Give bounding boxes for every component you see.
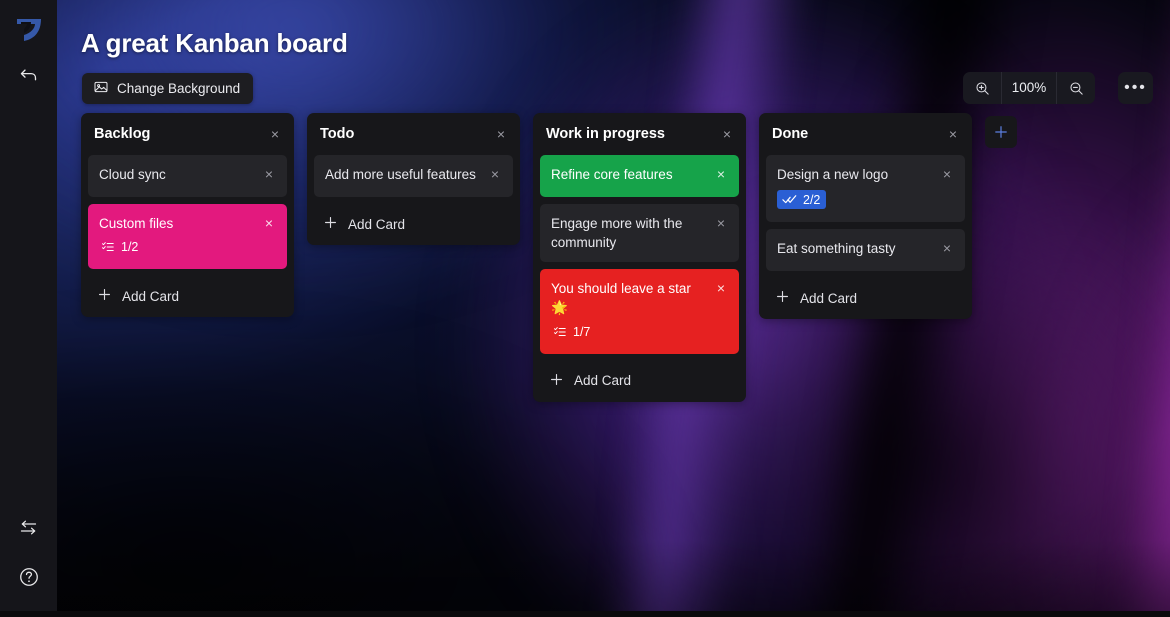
delete-card-icon[interactable]: × bbox=[487, 166, 503, 182]
help-circle-icon[interactable] bbox=[12, 560, 45, 593]
add-card-button[interactable]: Add Card bbox=[540, 360, 739, 402]
close-column-icon[interactable]: × bbox=[493, 126, 509, 142]
kanban-card[interactable]: You should leave a star 🌟 1/7 × bbox=[540, 269, 739, 354]
column-title: Backlog bbox=[94, 126, 151, 142]
kanban-card[interactable]: Eat something tasty × bbox=[766, 229, 965, 272]
plus-icon bbox=[322, 214, 339, 234]
close-column-icon[interactable]: × bbox=[945, 126, 961, 142]
column-title: Done bbox=[772, 126, 809, 142]
card-body: Cloud sync bbox=[99, 165, 255, 184]
card-body: Design a new logo 2/2 bbox=[777, 165, 933, 212]
card-title: You should leave a star 🌟 bbox=[551, 281, 691, 316]
column-header: Todo × bbox=[314, 120, 513, 148]
column-header: Backlog × bbox=[88, 120, 287, 148]
zoom-in-icon[interactable] bbox=[963, 72, 1001, 104]
card-body: Engage more with the community bbox=[551, 214, 707, 252]
zoom-out-icon[interactable] bbox=[1057, 72, 1095, 104]
kanban-card[interactable]: Add more useful features × bbox=[314, 155, 513, 197]
delete-card-icon[interactable]: × bbox=[939, 166, 955, 182]
card-title: Eat something tasty bbox=[777, 241, 896, 257]
change-background-label: Change Background bbox=[117, 81, 241, 96]
kanban-column: Done × Design a new logo 2/2 × Eat something … bbox=[759, 113, 972, 320]
delete-card-icon[interactable]: × bbox=[939, 240, 955, 256]
column-header: Work in progress × bbox=[540, 120, 739, 148]
swap-arrows-icon[interactable] bbox=[12, 511, 45, 544]
delete-card-icon[interactable]: × bbox=[713, 166, 729, 182]
back-arrow-icon[interactable] bbox=[12, 58, 45, 91]
kanban-column: Backlog × Cloud sync × Custom files 1/2 × Add C… bbox=[81, 113, 294, 318]
kanban-card[interactable]: Cloud sync × bbox=[88, 155, 287, 197]
kanban-board: Backlog × Cloud sync × Custom files 1/2 × Add C… bbox=[81, 113, 1017, 402]
checklist-count: 2/2 bbox=[803, 192, 821, 207]
close-column-icon[interactable]: × bbox=[719, 126, 735, 142]
kanban-card[interactable]: Design a new logo 2/2 × bbox=[766, 155, 965, 223]
window-bottom-edge bbox=[0, 611, 1170, 617]
add-card-button[interactable]: Add Card bbox=[766, 277, 965, 319]
card-checklist-badge: 1/2 bbox=[99, 239, 142, 255]
column-title: Todo bbox=[320, 126, 355, 142]
more-options-icon: ••• bbox=[1124, 79, 1147, 96]
plus-icon bbox=[548, 371, 565, 391]
add-card-label: Add Card bbox=[800, 290, 858, 306]
app-logo-icon[interactable] bbox=[11, 13, 47, 45]
kanban-column: Work in progress × Refine core features × En… bbox=[533, 113, 746, 402]
card-body: Add more useful features bbox=[325, 165, 481, 184]
checklist-icon bbox=[553, 325, 567, 339]
checklist-count: 1/2 bbox=[121, 240, 139, 255]
card-title: Engage more with the community bbox=[551, 216, 683, 251]
double-check-icon bbox=[782, 192, 797, 207]
app-window: A great Kanban board Change Background 1… bbox=[0, 0, 1170, 617]
card-body: Custom files 1/2 bbox=[99, 214, 255, 259]
kanban-card[interactable]: Engage more with the community × bbox=[540, 204, 739, 263]
add-column-button[interactable] bbox=[985, 116, 1017, 148]
delete-card-icon[interactable]: × bbox=[261, 166, 277, 182]
card-title: Custom files bbox=[99, 216, 174, 231]
card-body: Refine core features bbox=[551, 165, 707, 184]
add-card-label: Add Card bbox=[348, 216, 406, 232]
image-icon bbox=[93, 79, 109, 98]
kanban-card[interactable]: Refine core features × bbox=[540, 155, 739, 197]
column-header: Done × bbox=[766, 120, 965, 148]
kanban-card[interactable]: Custom files 1/2 × bbox=[88, 204, 287, 270]
zoom-level[interactable]: 100% bbox=[1001, 72, 1057, 104]
card-body: You should leave a star 🌟 1/7 bbox=[551, 279, 707, 343]
add-card-button[interactable]: Add Card bbox=[88, 275, 287, 317]
delete-card-icon[interactable]: × bbox=[713, 215, 729, 231]
zoom-controls: 100% bbox=[963, 72, 1095, 104]
left-sidebar bbox=[0, 0, 57, 617]
card-title: Refine core features bbox=[551, 167, 673, 182]
card-body: Eat something tasty bbox=[777, 239, 933, 258]
column-title: Work in progress bbox=[546, 126, 665, 142]
add-card-button[interactable]: Add Card bbox=[314, 203, 513, 245]
plus-icon bbox=[96, 286, 113, 306]
kanban-column: Todo × Add more useful features × Add Card bbox=[307, 113, 520, 245]
card-title: Design a new logo bbox=[777, 167, 889, 182]
delete-card-icon[interactable]: × bbox=[261, 215, 277, 231]
card-checklist-badge: 2/2 bbox=[777, 190, 827, 210]
add-card-label: Add Card bbox=[122, 288, 180, 304]
add-card-label: Add Card bbox=[574, 373, 632, 389]
close-column-icon[interactable]: × bbox=[267, 126, 283, 142]
change-background-button[interactable]: Change Background bbox=[82, 73, 254, 104]
card-checklist-badge: 1/7 bbox=[551, 324, 594, 340]
card-title: Cloud sync bbox=[99, 167, 166, 182]
card-title: Add more useful features bbox=[325, 167, 476, 182]
checklist-icon bbox=[101, 240, 115, 254]
more-options-button[interactable]: ••• bbox=[1118, 72, 1153, 104]
plus-icon bbox=[992, 123, 1010, 141]
checklist-count: 1/7 bbox=[573, 324, 591, 339]
page-title: A great Kanban board bbox=[81, 28, 348, 58]
delete-card-icon[interactable]: × bbox=[713, 280, 729, 296]
plus-icon bbox=[774, 288, 791, 308]
